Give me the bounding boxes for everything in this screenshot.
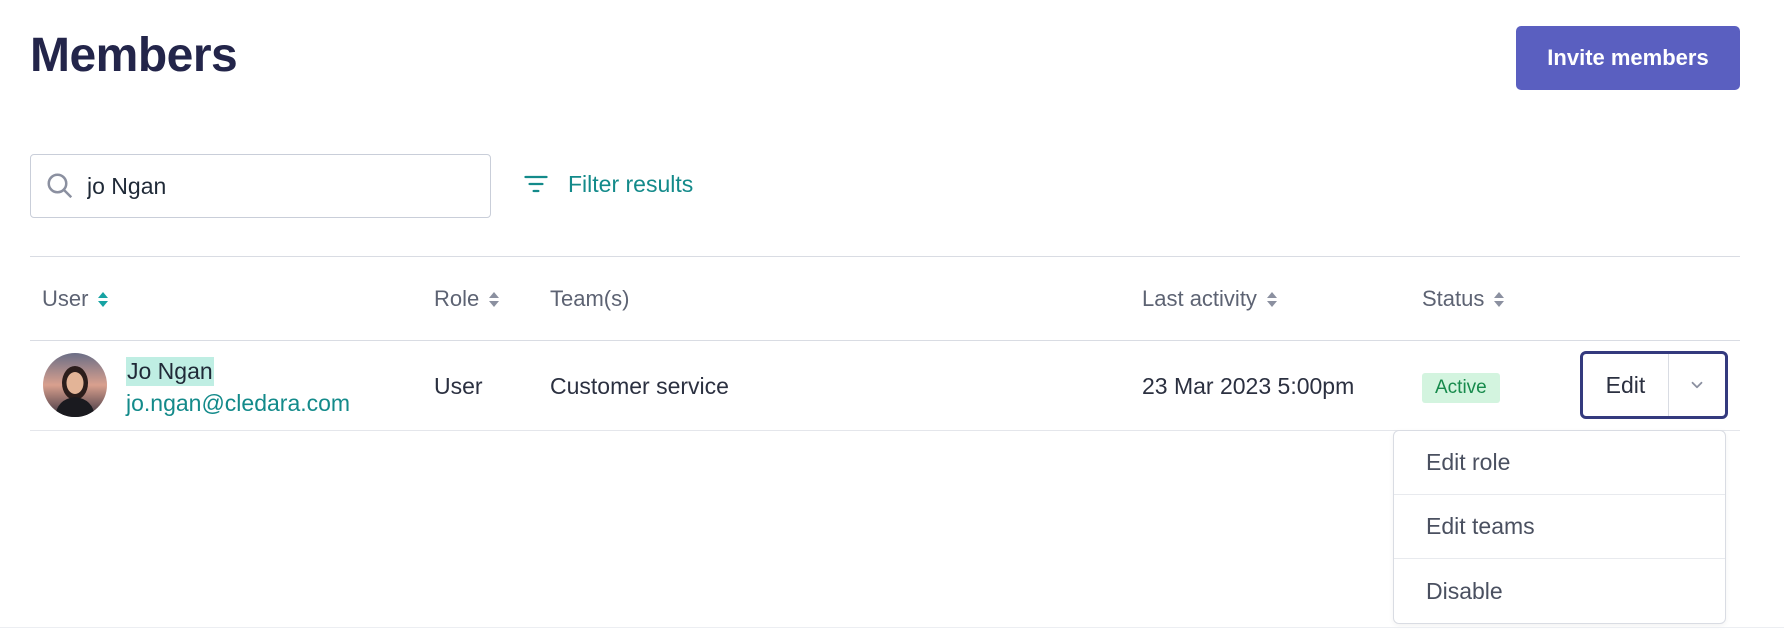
- divider: [30, 256, 1740, 257]
- menu-item-disable[interactable]: Disable: [1394, 559, 1725, 623]
- column-header-last-activity[interactable]: Last activity: [1142, 286, 1277, 312]
- menu-item-edit-role[interactable]: Edit role: [1394, 431, 1725, 495]
- chevron-down-icon: [1691, 381, 1703, 389]
- edit-dropdown-toggle[interactable]: [1669, 354, 1725, 416]
- user-email-link[interactable]: jo.ngan@cledara.com: [126, 390, 350, 417]
- edit-button[interactable]: Edit: [1583, 354, 1669, 416]
- divider: [0, 627, 1784, 628]
- column-header-teams: Team(s): [550, 286, 630, 311]
- user-last-activity: 23 Mar 2023 5:00pm: [1142, 373, 1355, 399]
- user-name: Jo Ngan: [126, 357, 214, 386]
- edit-split-button: Edit: [1580, 351, 1728, 419]
- avatar: [43, 353, 107, 417]
- page-title: Members: [30, 29, 238, 82]
- sort-icon: [98, 291, 109, 307]
- divider: [30, 340, 1740, 341]
- filter-icon: [524, 175, 548, 193]
- column-header-role[interactable]: Role: [434, 286, 500, 312]
- column-header-user[interactable]: User: [42, 286, 109, 312]
- search-icon: [47, 173, 73, 199]
- user-role: User: [434, 373, 483, 399]
- search-input[interactable]: [87, 172, 467, 200]
- sort-icon: [1494, 291, 1505, 307]
- status-badge: Active: [1422, 373, 1500, 403]
- search-box[interactable]: [30, 154, 491, 218]
- invite-members-button[interactable]: Invite members: [1516, 26, 1740, 90]
- filter-results-button[interactable]: Filter results: [522, 170, 693, 198]
- sort-icon: [1266, 291, 1277, 307]
- sort-icon: [489, 291, 500, 307]
- filter-results-label: Filter results: [568, 170, 694, 197]
- user-teams: Customer service: [550, 373, 729, 399]
- menu-item-edit-teams[interactable]: Edit teams: [1394, 495, 1725, 559]
- column-header-status[interactable]: Status: [1422, 286, 1505, 312]
- edit-dropdown-menu: Edit role Edit teams Disable: [1393, 430, 1726, 624]
